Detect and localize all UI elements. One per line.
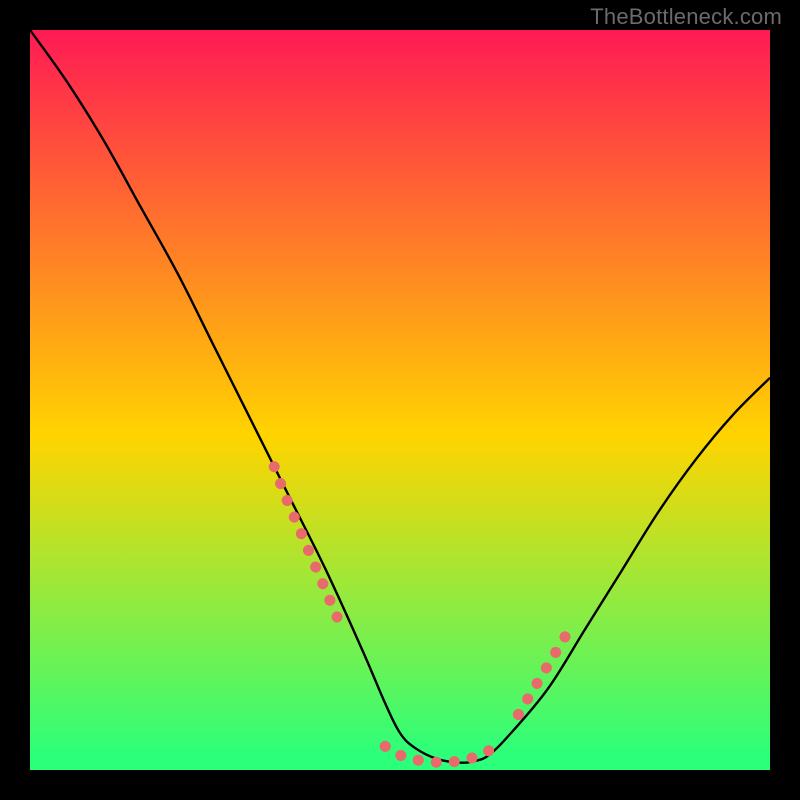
watermark-text: TheBottleneck.com [590,4,782,30]
bottleneck-chart [30,30,770,770]
chart-background [30,30,770,770]
chart-container [30,30,770,770]
